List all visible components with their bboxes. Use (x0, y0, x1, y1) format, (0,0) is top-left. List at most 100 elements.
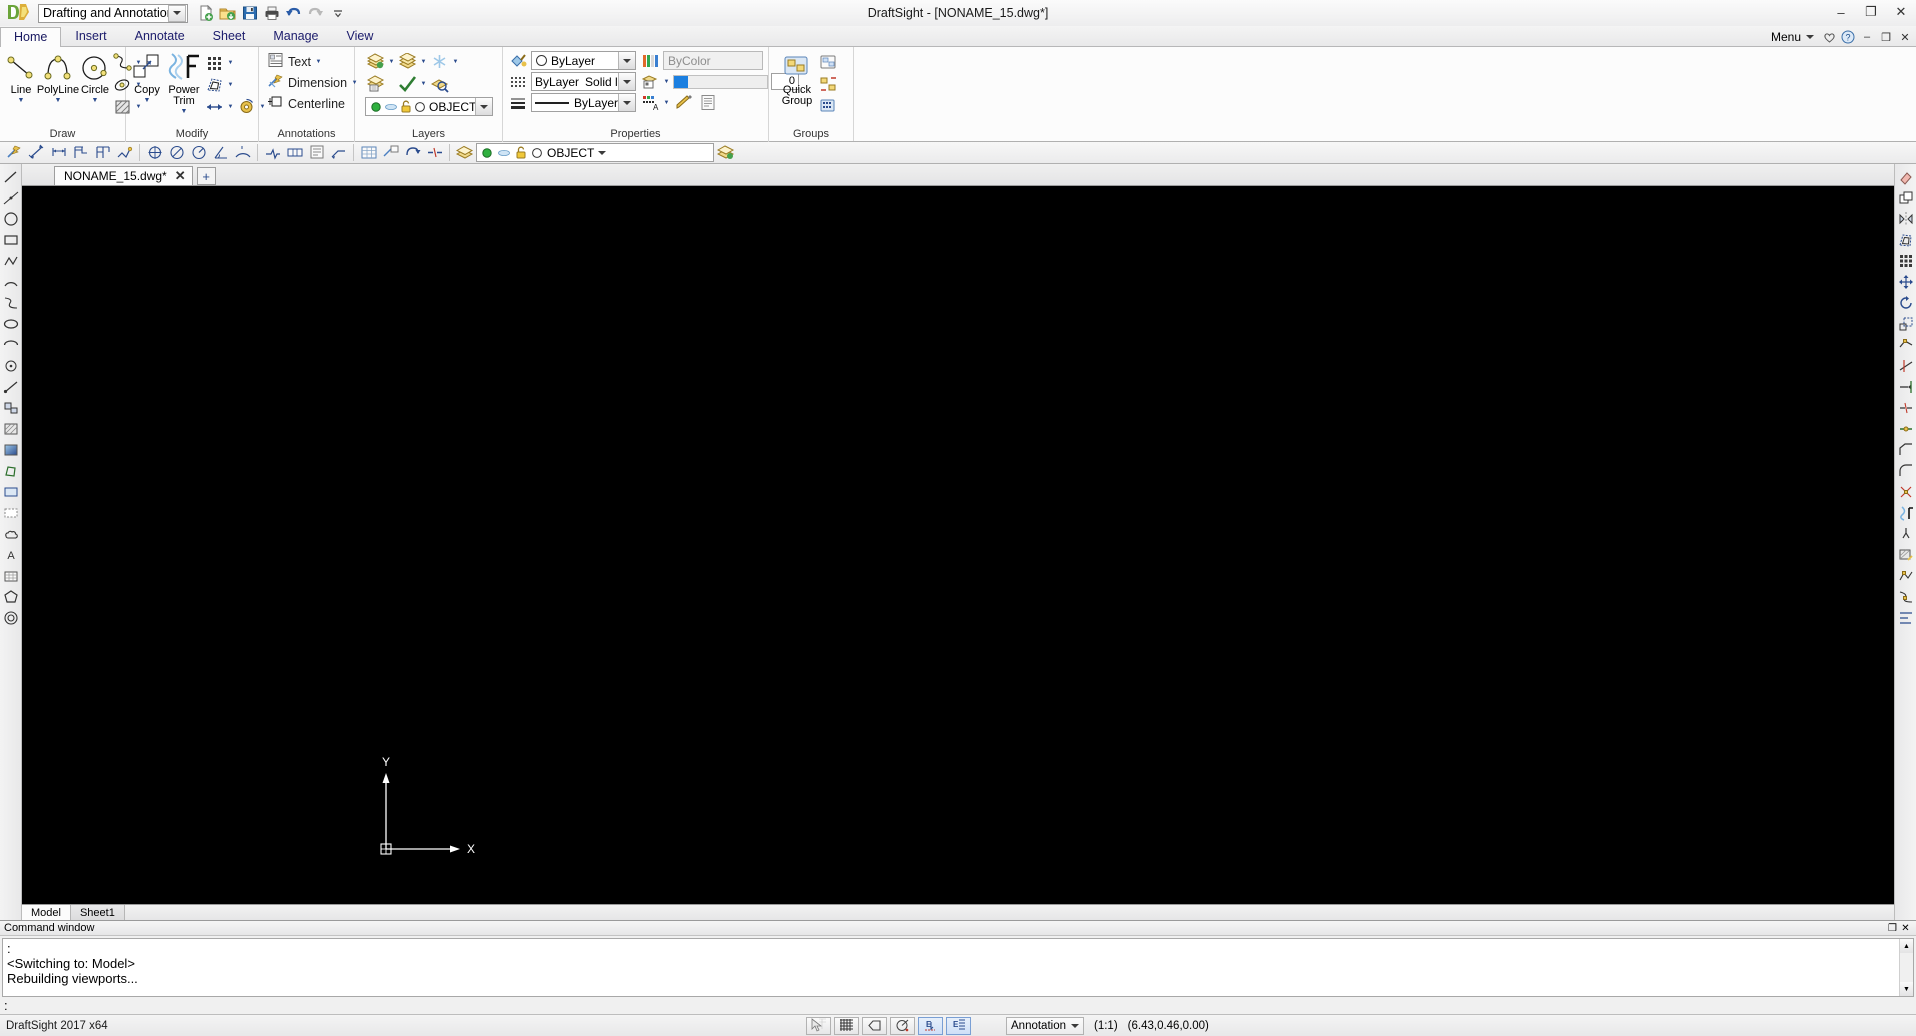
layer-preview-button[interactable] (429, 73, 450, 94)
etrack-toggle[interactable]: E (946, 1016, 971, 1035)
ungroup-button[interactable] (818, 73, 839, 94)
polyline-tool-button-left[interactable] (1, 251, 21, 271)
ellipse-tool-button-left[interactable] (1, 314, 21, 334)
polar-toggle[interactable] (890, 1016, 915, 1035)
annotation-chevron-down-icon[interactable] (1071, 1023, 1079, 1028)
copy-tool-button[interactable]: Copy ▼ (130, 50, 164, 104)
rotate-tool-button-right[interactable] (1896, 293, 1916, 313)
line-tool-button[interactable]: Line ▼ (4, 50, 38, 104)
minimize-ribbon-button[interactable]: – (1860, 30, 1874, 44)
region-tool-button[interactable] (1, 482, 21, 502)
copy-properties-icon[interactable] (639, 71, 660, 92)
explode-tool-button[interactable] (1896, 482, 1916, 502)
tab-sheet[interactable]: Sheet (199, 26, 260, 46)
jogged-dimension-button[interactable] (262, 143, 283, 163)
move-tool-button[interactable] (204, 96, 225, 117)
hatch-tool-button-left[interactable] (1, 419, 21, 439)
arc-tool-button[interactable] (1, 272, 21, 292)
document-tab[interactable]: NONAME_15.dwg* ✕ (54, 166, 193, 185)
point-tool-button[interactable] (1, 356, 21, 376)
continue-dimension-button[interactable] (114, 143, 135, 163)
edit-hatch-tool-button[interactable] (1896, 545, 1916, 565)
copy-tool-button-right[interactable] (1896, 188, 1916, 208)
array-chevron-down-icon[interactable]: ▼ (227, 60, 234, 66)
smart-dimension-button[interactable] (4, 143, 25, 163)
new-document-button[interactable] (196, 4, 215, 23)
circle-tool-button-left[interactable] (1, 209, 21, 229)
radius-dimension-button[interactable] (188, 143, 209, 163)
match-properties-icon[interactable]: A (639, 92, 660, 113)
layer-state-chevron-down-icon[interactable]: ▼ (420, 59, 427, 65)
copy-tool-chevron-down-icon[interactable]: ▼ (144, 97, 151, 104)
array-tool-button[interactable] (204, 52, 225, 73)
power-trim-chevron-down-icon[interactable]: ▼ (181, 108, 188, 115)
sheet-tab-model[interactable]: Model (22, 905, 71, 920)
polyline-tool-button[interactable]: PolyLine ▼ (37, 50, 79, 104)
align-tool-button[interactable] (1896, 608, 1916, 628)
arc-length-button[interactable] (232, 143, 253, 163)
tab-insert[interactable]: Insert (61, 26, 120, 46)
sheet-tab-sheet1[interactable]: Sheet1 (70, 905, 125, 920)
group-manager-button[interactable] (818, 51, 839, 72)
help-icon[interactable]: ? (1841, 30, 1855, 44)
boundary-tool-button[interactable] (1, 461, 21, 481)
copy-properties-chevron-down-icon[interactable]: ▼ (663, 79, 670, 85)
dimension-break-button[interactable] (424, 143, 445, 163)
minimize-button[interactable]: – (1826, 0, 1856, 24)
color-palette-icon[interactable] (639, 50, 660, 71)
line-color-chevron-down-icon[interactable] (618, 52, 635, 69)
offset-tool-button[interactable] (204, 74, 225, 95)
match-properties-chevron-down-icon[interactable]: ▼ (663, 100, 670, 106)
tab-home[interactable]: Home (0, 27, 62, 47)
extend-tool-button[interactable] (1896, 377, 1916, 397)
command-prompt-input[interactable]: : (0, 997, 1916, 1014)
restore-button[interactable]: ❐ (1856, 0, 1886, 24)
layers-manager-button[interactable] (365, 51, 386, 72)
close-icon[interactable]: ✕ (175, 168, 186, 184)
trim-tool-button[interactable] (1896, 356, 1916, 376)
tab-manage[interactable]: Manage (259, 26, 332, 46)
mirror-tool-button[interactable] (1896, 209, 1916, 229)
close-button[interactable]: ✕ (1886, 0, 1916, 24)
undo-button[interactable] (284, 4, 303, 23)
table-button[interactable] (358, 143, 379, 163)
command-window-scrollbar[interactable]: ▲ ▼ (1899, 939, 1913, 996)
restore-panel-icon[interactable]: ❒ (1886, 922, 1899, 934)
ortho-toggle[interactable] (862, 1016, 887, 1035)
gradient-tool-button[interactable] (1, 440, 21, 460)
dimension-style-button[interactable] (380, 143, 401, 163)
move-tool-button-right[interactable] (1896, 272, 1916, 292)
centerline-tool-button[interactable]: Centerline (267, 94, 347, 113)
pencil-match-icon[interactable] (673, 92, 694, 113)
erase-tool-button[interactable] (1896, 167, 1916, 187)
properties-list-icon[interactable] (697, 92, 718, 113)
layer-freeze-chevron-down-icon[interactable]: ▼ (452, 59, 459, 65)
active-layer-chevron-down-icon[interactable] (475, 98, 492, 115)
tab-annotate[interactable]: Annotate (121, 26, 199, 46)
save-button[interactable] (240, 4, 259, 23)
spline-tool-button-left[interactable] (1, 293, 21, 313)
line-style-combo[interactable]: ByLayer Solid line (531, 72, 636, 91)
layer-dropdown[interactable]: OBJECT (476, 143, 714, 162)
revision-cloud-tool-button[interactable] (1, 524, 21, 544)
layer-apply-chevron-down-icon[interactable]: ▼ (420, 81, 427, 87)
transparency-slider[interactable] (673, 74, 768, 89)
line-tool-button-left[interactable] (1, 167, 21, 187)
layers-manager-chevron-down-icon[interactable]: ▼ (388, 59, 395, 65)
angular-dimension-button[interactable] (210, 143, 231, 163)
layer-freeze-button[interactable] (429, 51, 450, 72)
diameter-dimension-button[interactable] (166, 143, 187, 163)
line-tool-chevron-down-icon[interactable]: ▼ (18, 97, 25, 104)
linear-dimension-button[interactable] (26, 143, 47, 163)
snap-toggle[interactable] (806, 1016, 831, 1035)
baseline-dimension-button[interactable] (92, 143, 113, 163)
edit-polyline-tool-button[interactable] (1896, 566, 1916, 586)
join-tool-button[interactable] (1896, 419, 1916, 439)
ellipse-arc-tool-button[interactable] (1, 335, 21, 355)
layer-state-button[interactable] (397, 51, 418, 72)
table-tool-button-left[interactable] (1, 566, 21, 586)
tab-view[interactable]: View (333, 26, 388, 46)
close-panel-icon[interactable]: ✕ (1899, 922, 1912, 934)
chamfer-tool-button[interactable] (1896, 440, 1916, 460)
redo-button[interactable] (306, 4, 325, 23)
